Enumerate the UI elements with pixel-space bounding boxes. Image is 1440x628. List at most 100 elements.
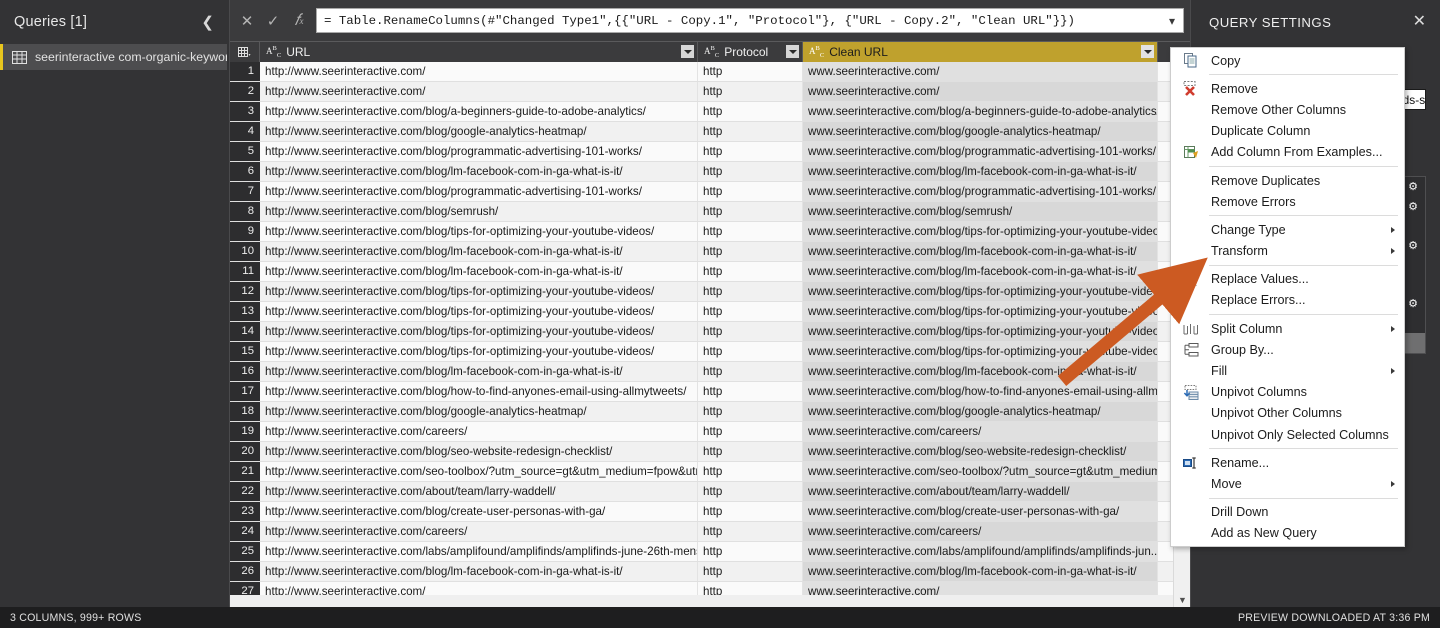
cell-clean-url[interactable]: www.seerinteractive.com/blog/lm-facebook…: [803, 242, 1158, 261]
cell-protocol[interactable]: http: [698, 222, 803, 241]
cell-url[interactable]: http://www.seerinteractive.com/blog/lm-f…: [260, 562, 698, 581]
gear-icon[interactable]: ⚙: [1408, 200, 1418, 213]
cell-protocol[interactable]: http: [698, 142, 803, 161]
table-row[interactable]: 3http://www.seerinteractive.com/blog/a-b…: [230, 102, 1190, 122]
table-row[interactable]: 17http://www.seerinteractive.com/blog/ho…: [230, 382, 1190, 402]
cell-url[interactable]: http://www.seerinteractive.com/blog/seo-…: [260, 442, 698, 461]
cell-url[interactable]: http://www.seerinteractive.com/blog/tips…: [260, 282, 698, 301]
cell-url[interactable]: http://www.seerinteractive.com/: [260, 62, 698, 81]
menu-item[interactable]: Unpivot Only Selected Columns: [1171, 424, 1404, 445]
cell-clean-url[interactable]: www.seerinteractive.com/blog/create-user…: [803, 502, 1158, 521]
cell-clean-url[interactable]: www.seerinteractive.com/labs/amplifound/…: [803, 542, 1158, 561]
cell-clean-url[interactable]: www.seerinteractive.com/blog/seo-website…: [803, 442, 1158, 461]
cell-protocol[interactable]: http: [698, 442, 803, 461]
menu-item[interactable]: Duplicate Column: [1171, 121, 1404, 142]
cell-url[interactable]: http://www.seerinteractive.com/blog/semr…: [260, 202, 698, 221]
gear-icon[interactable]: ⚙: [1408, 297, 1418, 310]
cell-protocol[interactable]: http: [698, 462, 803, 481]
menu-item[interactable]: Split Column: [1171, 318, 1404, 339]
cell-protocol[interactable]: http: [698, 342, 803, 361]
cell-clean-url[interactable]: www.seerinteractive.com/seo-toolbox/?utm…: [803, 462, 1158, 481]
cell-protocol[interactable]: http: [698, 562, 803, 581]
menu-item[interactable]: Remove Errors: [1171, 191, 1404, 212]
cell-protocol[interactable]: http: [698, 482, 803, 501]
table-row[interactable]: 11http://www.seerinteractive.com/blog/lm…: [230, 262, 1190, 282]
cell-url[interactable]: http://www.seerinteractive.com/careers/: [260, 422, 698, 441]
cell-protocol[interactable]: http: [698, 82, 803, 101]
menu-item[interactable]: Copy: [1171, 50, 1404, 71]
menu-item[interactable]: Rename...: [1171, 452, 1404, 473]
cell-clean-url[interactable]: www.seerinteractive.com/blog/programmati…: [803, 182, 1158, 201]
cell-protocol[interactable]: http: [698, 262, 803, 281]
menu-item[interactable]: Replace Errors...: [1171, 290, 1404, 311]
menu-item[interactable]: 12Replace Values...: [1171, 269, 1404, 290]
table-row[interactable]: 13http://www.seerinteractive.com/blog/ti…: [230, 302, 1190, 322]
close-icon[interactable]: ✕: [1409, 14, 1430, 30]
column-header-url[interactable]: ABC URL: [260, 42, 698, 62]
cell-url[interactable]: http://www.seerinteractive.com/blog/tips…: [260, 322, 698, 341]
table-row[interactable]: 22http://www.seerinteractive.com/about/t…: [230, 482, 1190, 502]
chevron-left-icon[interactable]: ❮: [196, 13, 219, 32]
cell-protocol[interactable]: http: [698, 62, 803, 81]
menu-item[interactable]: Remove Duplicates: [1171, 170, 1404, 191]
column-header-clean-url[interactable]: ABC Clean URL: [803, 42, 1158, 62]
cell-clean-url[interactable]: www.seerinteractive.com/about/team/larry…: [803, 482, 1158, 501]
table-row[interactable]: 16http://www.seerinteractive.com/blog/lm…: [230, 362, 1190, 382]
cell-clean-url[interactable]: www.seerinteractive.com/blog/tips-for-op…: [803, 302, 1158, 321]
cell-url[interactable]: http://www.seerinteractive.com/seo-toolb…: [260, 462, 698, 481]
cell-url[interactable]: http://www.seerinteractive.com/blog/lm-f…: [260, 242, 698, 261]
cell-url[interactable]: http://www.seerinteractive.com/blog/goog…: [260, 122, 698, 141]
cell-protocol[interactable]: http: [698, 382, 803, 401]
cell-clean-url[interactable]: www.seerinteractive.com/blog/tips-for-op…: [803, 222, 1158, 241]
cell-protocol[interactable]: http: [698, 402, 803, 421]
cell-clean-url[interactable]: www.seerinteractive.com/careers/: [803, 522, 1158, 541]
table-row[interactable]: 7http://www.seerinteractive.com/blog/pro…: [230, 182, 1190, 202]
cell-clean-url[interactable]: www.seerinteractive.com/blog/google-anal…: [803, 402, 1158, 421]
cell-clean-url[interactable]: www.seerinteractive.com/blog/lm-facebook…: [803, 262, 1158, 281]
cell-clean-url[interactable]: www.seerinteractive.com/blog/tips-for-op…: [803, 282, 1158, 301]
cell-url[interactable]: http://www.seerinteractive.com/blog/a-be…: [260, 102, 698, 121]
cell-protocol[interactable]: http: [698, 122, 803, 141]
menu-item[interactable]: Group By...: [1171, 339, 1404, 360]
cell-protocol[interactable]: http: [698, 542, 803, 561]
cell-clean-url[interactable]: www.seerinteractive.com/blog/lm-facebook…: [803, 362, 1158, 381]
table-row[interactable]: 24http://www.seerinteractive.com/careers…: [230, 522, 1190, 542]
table-row[interactable]: 4http://www.seerinteractive.com/blog/goo…: [230, 122, 1190, 142]
table-row[interactable]: 10http://www.seerinteractive.com/blog/lm…: [230, 242, 1190, 262]
menu-item[interactable]: Drill Down: [1171, 502, 1404, 523]
cell-url[interactable]: http://www.seerinteractive.com/careers/: [260, 522, 698, 541]
cell-clean-url[interactable]: www.seerinteractive.com/blog/a-beginners…: [803, 102, 1158, 121]
cell-protocol[interactable]: http: [698, 302, 803, 321]
scroll-down-icon[interactable]: ▼: [1174, 591, 1191, 608]
cell-protocol[interactable]: http: [698, 242, 803, 261]
table-row[interactable]: 1http://www.seerinteractive.com/httpwww.…: [230, 62, 1190, 82]
cell-url[interactable]: http://www.seerinteractive.com/blog/lm-f…: [260, 162, 698, 181]
formula-input[interactable]: = Table.RenameColumns(#"Changed Type1",{…: [316, 8, 1184, 33]
cell-protocol[interactable]: http: [698, 162, 803, 181]
cell-url[interactable]: http://www.seerinteractive.com/blog/crea…: [260, 502, 698, 521]
gear-icon[interactable]: ⚙: [1408, 239, 1418, 252]
cell-clean-url[interactable]: www.seerinteractive.com/blog/programmati…: [803, 142, 1158, 161]
cell-clean-url[interactable]: www.seerinteractive.com/blog/lm-facebook…: [803, 562, 1158, 581]
cell-protocol[interactable]: http: [698, 182, 803, 201]
table-row[interactable]: 18http://www.seerinteractive.com/blog/go…: [230, 402, 1190, 422]
menu-item[interactable]: Add Column From Examples...: [1171, 142, 1404, 163]
table-row[interactable]: 14http://www.seerinteractive.com/blog/ti…: [230, 322, 1190, 342]
chevron-down-icon[interactable]: ▾: [1161, 14, 1183, 28]
menu-item[interactable]: Fill: [1171, 360, 1404, 381]
cell-clean-url[interactable]: www.seerinteractive.com/blog/lm-facebook…: [803, 162, 1158, 181]
cell-url[interactable]: http://www.seerinteractive.com/blog/tips…: [260, 302, 698, 321]
gear-icon[interactable]: ⚙: [1408, 180, 1418, 193]
cell-clean-url[interactable]: www.seerinteractive.com/blog/semrush/: [803, 202, 1158, 221]
filter-dropdown-icon[interactable]: [681, 45, 694, 58]
cell-clean-url[interactable]: www.seerinteractive.com/blog/how-to-find…: [803, 382, 1158, 401]
check-icon[interactable]: ✓: [260, 8, 286, 34]
cell-url[interactable]: http://www.seerinteractive.com/blog/goog…: [260, 402, 698, 421]
select-all-table-icon[interactable]: [230, 42, 260, 62]
cell-url[interactable]: http://www.seerinteractive.com/about/tea…: [260, 482, 698, 501]
cell-protocol[interactable]: http: [698, 522, 803, 541]
x-icon[interactable]: ✕: [234, 8, 260, 34]
cell-url[interactable]: http://www.seerinteractive.com/blog/tips…: [260, 222, 698, 241]
table-row[interactable]: 25http://www.seerinteractive.com/labs/am…: [230, 542, 1190, 562]
cell-protocol[interactable]: http: [698, 202, 803, 221]
